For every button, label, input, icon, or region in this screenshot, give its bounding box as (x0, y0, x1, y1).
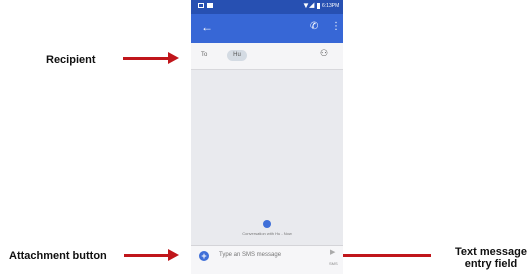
send-sms-icon[interactable]: ▶ (330, 248, 335, 256)
attachment-callout-label: Attachment button (9, 250, 107, 262)
phone-call-icon[interactable]: ✆ (310, 21, 318, 33)
composer-bar: + Type an SMS message ▶ SMS (191, 245, 343, 274)
conversation-avatar (263, 220, 271, 228)
overflow-menu-icon[interactable]: ⋮ (331, 21, 341, 33)
message-input[interactable]: Type an SMS message (219, 252, 281, 258)
conversation-info: Conversation with Hu - Now (242, 231, 292, 236)
to-label: To (201, 52, 208, 58)
signal-icon: ◢ (309, 2, 315, 9)
attachment-button[interactable]: + (199, 251, 209, 261)
recipient-row: To Hu ⚇ (191, 43, 343, 70)
recipient-callout-label: Recipient (46, 54, 96, 66)
battery-icon (317, 3, 320, 9)
send-sms-label: SMS (329, 261, 338, 266)
status-bar: ▼ ◢ 6:13PM (191, 0, 343, 14)
recipient-chip[interactable]: Hu (227, 50, 247, 61)
back-arrow-icon[interactable]: ← (201, 21, 213, 33)
photo-icon (207, 3, 213, 8)
phone-screen: ▼ ◢ 6:13PM ← ✆ ⋮ To Hu ⚇ Conversation wi… (191, 0, 343, 274)
notification-icon (198, 3, 204, 8)
conversation-area (191, 70, 343, 245)
app-bar: ← ✆ ⋮ (191, 14, 343, 43)
text-field-callout-label: Text message entry field (455, 246, 527, 270)
status-time: 6:13PM (322, 3, 340, 9)
add-contact-icon[interactable]: ⚇ (320, 48, 328, 59)
